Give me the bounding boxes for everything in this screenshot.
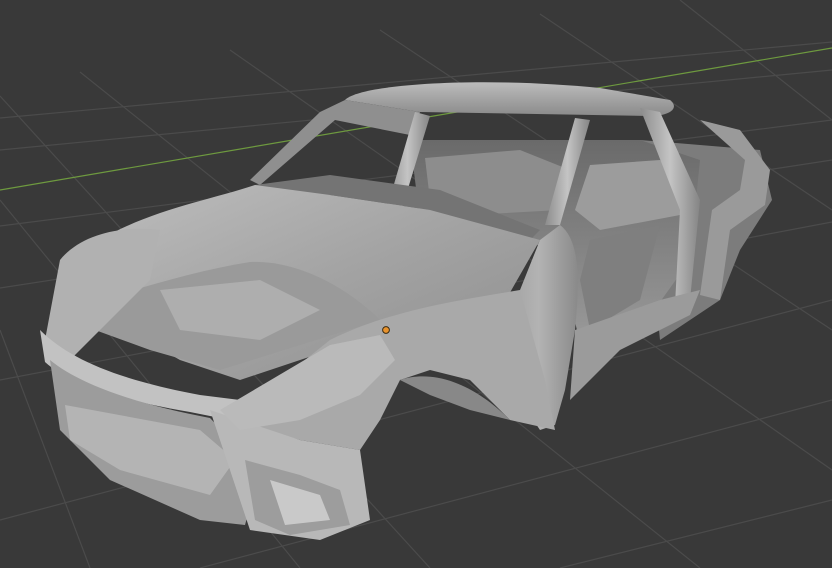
origin-point-icon[interactable]	[382, 326, 390, 334]
3d-viewport[interactable]	[0, 0, 832, 568]
car-mesh[interactable]	[40, 82, 772, 540]
viewport-canvas[interactable]	[0, 0, 832, 568]
